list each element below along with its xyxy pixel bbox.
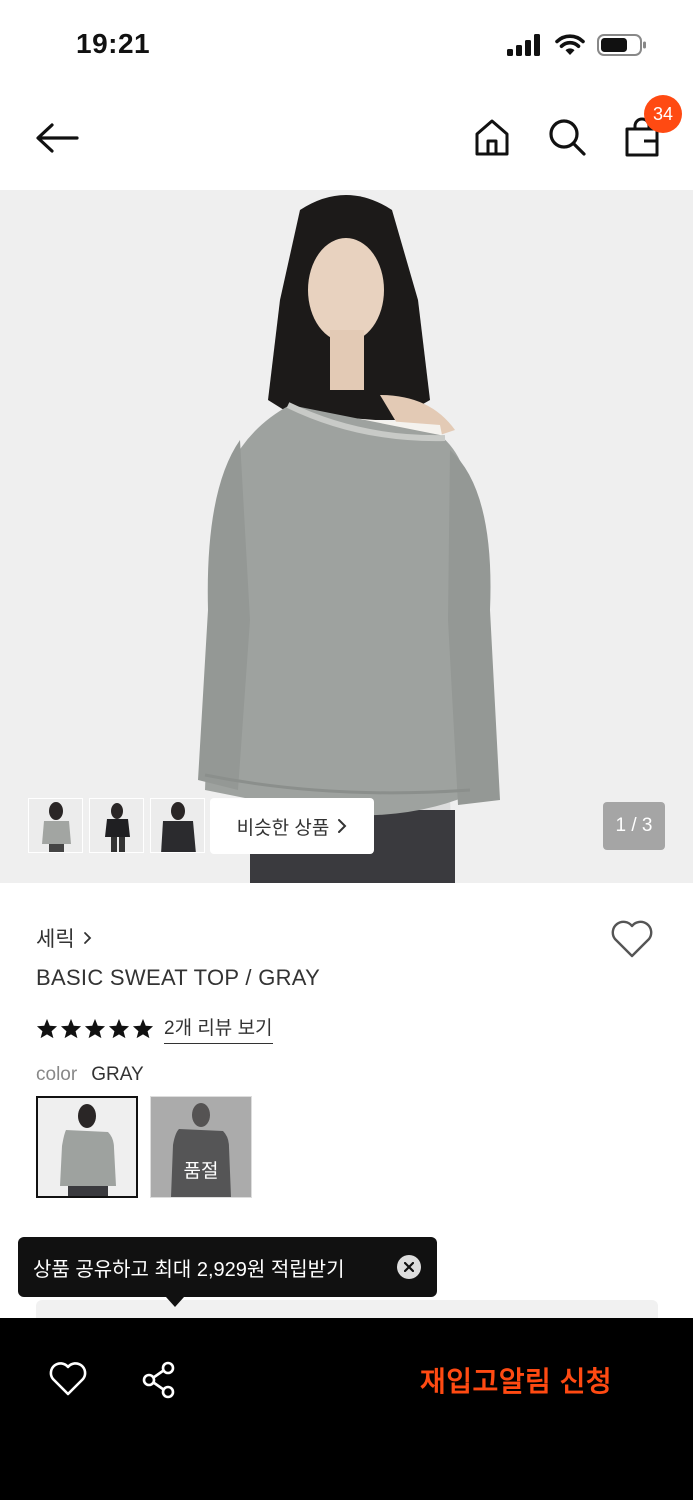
similar-products-button[interactable]: 비슷한 상품 [210, 798, 374, 854]
cart-count-badge: 34 [644, 95, 682, 133]
brand-name: 세릭 [36, 928, 75, 951]
search-button[interactable] [546, 115, 588, 159]
status-bar: 19:21 [0, 0, 693, 90]
signal-icon [507, 34, 540, 56]
share-icon [142, 1361, 175, 1399]
rating-row: 2개 리뷰 보기 [36, 1013, 273, 1044]
cart-button[interactable]: 34 [622, 95, 682, 159]
top-nav: 34 [0, 95, 693, 181]
home-icon [475, 119, 509, 156]
soldout-label: 품절 [183, 1161, 219, 1182]
color-row: color GRAY [36, 1064, 144, 1086]
home-button[interactable] [472, 115, 512, 159]
color-value: GRAY [91, 1064, 144, 1085]
color-swatch-gray[interactable] [36, 1096, 138, 1198]
swatch-image [38, 1098, 136, 1196]
thumbnail-strip [28, 798, 205, 853]
chevron-right-icon [338, 819, 347, 833]
review-link[interactable]: 2개 리뷰 보기 [164, 1013, 273, 1044]
color-swatch-black[interactable]: 품절 [150, 1096, 252, 1198]
heart-icon [611, 920, 653, 958]
tooltip-text: 상품 공유하고 최대 2,929원 적립받기 [33, 1258, 345, 1281]
status-icons [507, 33, 647, 57]
similar-products-label: 비슷한 상품 [236, 817, 330, 839]
restock-alert-button[interactable]: 재입고알림 신청 [420, 1360, 612, 1400]
soldout-overlay: 품절 [151, 1097, 251, 1197]
chevron-right-icon [83, 932, 91, 944]
wifi-icon [555, 34, 585, 55]
color-swatches: 품절 [36, 1096, 252, 1198]
product-title: BASIC SWEAT TOP / GRAY [36, 965, 321, 990]
thumbnail-2[interactable] [89, 798, 144, 853]
star-rating [36, 1018, 154, 1039]
close-icon [404, 1262, 414, 1272]
heart-icon [49, 1362, 87, 1396]
star-icon [36, 1018, 58, 1039]
tooltip-arrow [166, 1297, 184, 1307]
back-button[interactable] [34, 117, 80, 159]
image-page-indicator: 1 / 3 [603, 802, 665, 850]
thumbnail-image [29, 799, 82, 852]
bottom-action-bar: 재입고알림 신청 [0, 1318, 693, 1500]
thumbnail-3[interactable] [150, 798, 205, 853]
battery-icon [597, 34, 646, 56]
status-time: 19:21 [76, 28, 151, 59]
share-reward-tooltip: 상품 공유하고 최대 2,929원 적립받기 [18, 1237, 437, 1307]
star-icon [132, 1018, 154, 1039]
product-image-carousel[interactable]: 비슷한 상품 1 / 3 [0, 190, 693, 883]
thumbnail-image [151, 799, 204, 852]
share-button[interactable] [140, 1360, 178, 1405]
color-label: color [36, 1064, 78, 1085]
search-icon [549, 119, 586, 156]
product-main-image [0, 190, 693, 883]
star-icon [108, 1018, 130, 1039]
thumbnail-1[interactable] [28, 798, 83, 853]
thumbnail-image [90, 799, 143, 852]
arrow-left-icon [36, 123, 79, 153]
wishlist-button[interactable] [610, 919, 654, 964]
tooltip-close-button[interactable] [397, 1255, 421, 1279]
star-icon [84, 1018, 106, 1039]
bottom-wishlist-button[interactable] [48, 1361, 88, 1402]
brand-link[interactable]: 세릭 [36, 923, 92, 953]
star-icon [60, 1018, 82, 1039]
